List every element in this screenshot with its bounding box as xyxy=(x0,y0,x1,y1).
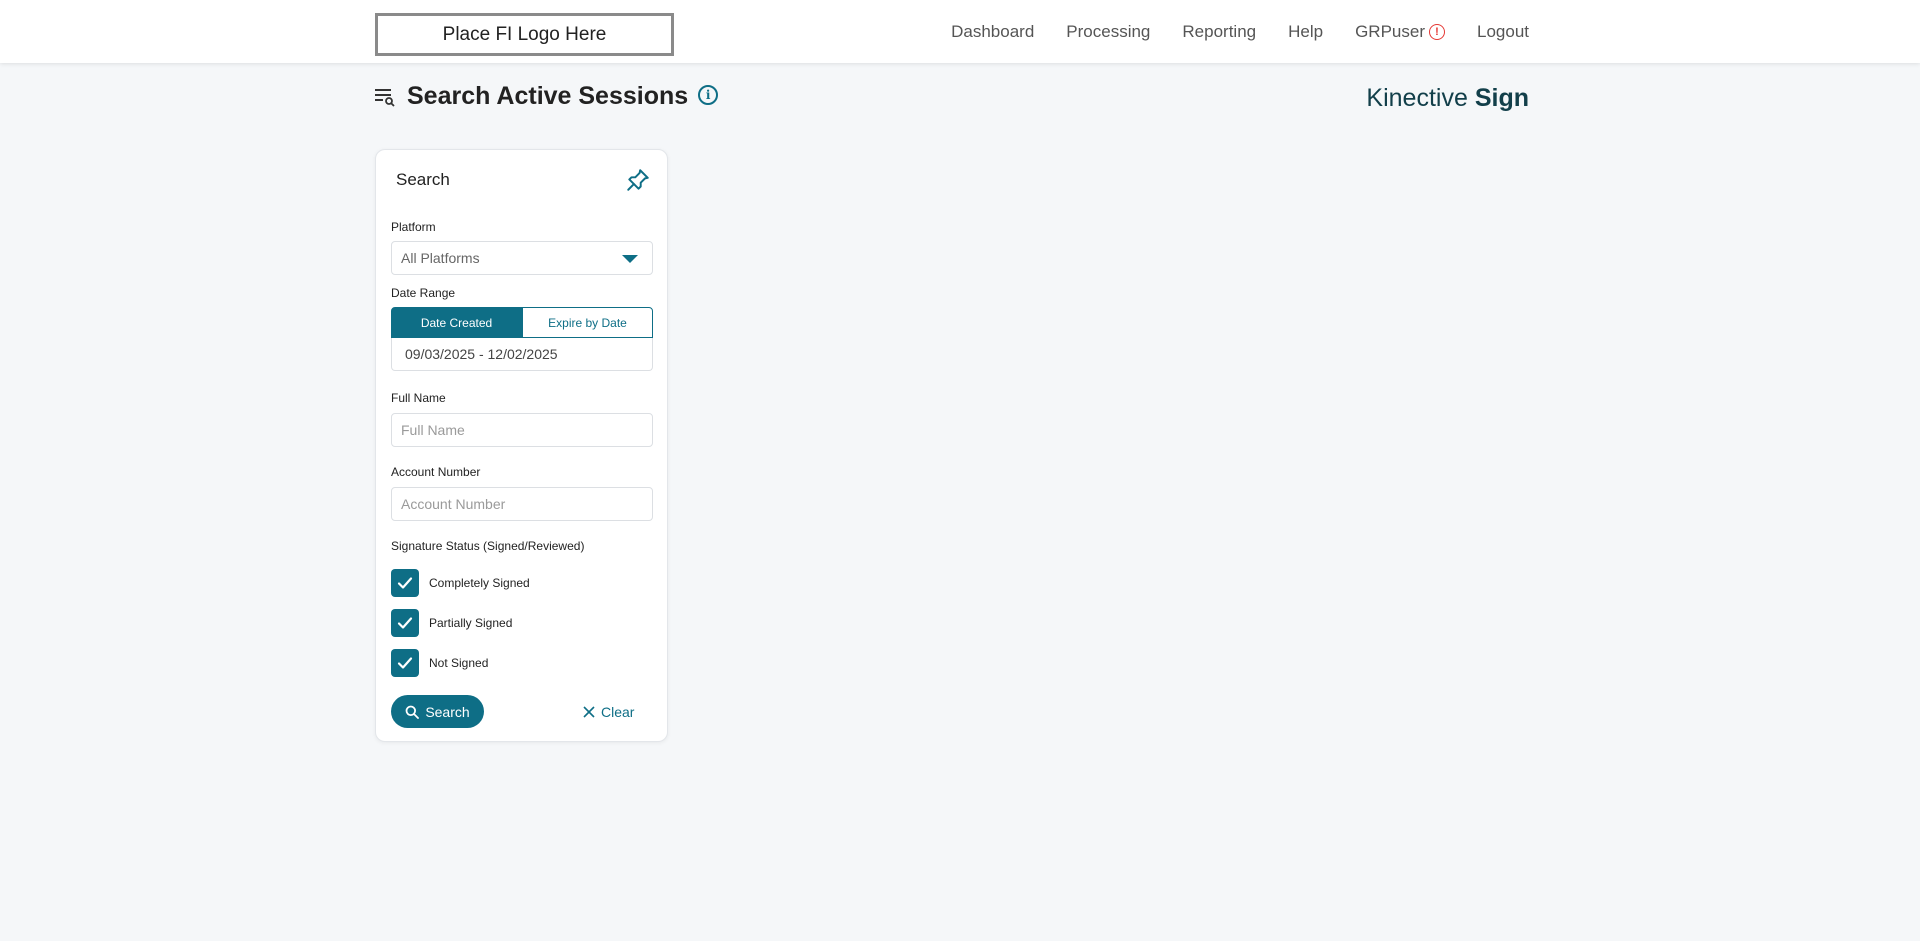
search-icon xyxy=(405,705,420,719)
brand-name: Kinective xyxy=(1366,84,1468,112)
nav-help[interactable]: Help xyxy=(1288,22,1323,42)
status-label: Completely Signed xyxy=(429,576,530,590)
brand-logo: Kinective Sign xyxy=(1366,84,1529,113)
date-type-toggle: Date Created Expire by Date xyxy=(391,307,653,338)
alert-icon: ! xyxy=(1429,23,1445,40)
nav-reporting[interactable]: Reporting xyxy=(1182,22,1256,42)
signature-status-label: Signature Status (Signed/Reviewed) xyxy=(391,539,585,553)
tab-date-created[interactable]: Date Created xyxy=(391,307,522,338)
status-label: Not Signed xyxy=(429,656,489,670)
checkmark-icon xyxy=(397,657,413,669)
status-label: Partially Signed xyxy=(429,616,513,630)
top-navbar: Place FI Logo Here Dashboard Processing … xyxy=(0,0,1920,63)
info-icon[interactable]: i xyxy=(698,84,719,105)
checkbox-checked[interactable] xyxy=(391,649,419,677)
pin-icon[interactable] xyxy=(625,167,651,193)
search-panel: Search Platform All Platforms Date Range… xyxy=(375,149,668,742)
main-nav: Dashboard Processing Reporting Help GRPu… xyxy=(919,0,1529,63)
platform-select[interactable]: All Platforms xyxy=(391,241,653,275)
nav-user[interactable]: GRPuser ! xyxy=(1355,22,1445,42)
account-number-label: Account Number xyxy=(391,465,481,479)
nav-dashboard[interactable]: Dashboard xyxy=(951,22,1034,42)
clear-button[interactable]: Clear xyxy=(583,695,634,728)
full-name-field-wrap xyxy=(391,413,653,447)
caret-down-icon xyxy=(622,255,638,263)
checkbox-checked[interactable] xyxy=(391,569,419,597)
platform-label: Platform xyxy=(391,220,436,234)
logo-placeholder[interactable]: Place FI Logo Here xyxy=(375,13,674,56)
account-number-input[interactable] xyxy=(401,488,652,520)
status-completely-signed[interactable]: Completely Signed xyxy=(391,569,530,597)
page-header: Search Active Sessions i xyxy=(375,82,719,111)
page-title: Search Active Sessions xyxy=(407,82,689,110)
tab-expire-by-date[interactable]: Expire by Date xyxy=(522,307,653,338)
date-range-label: Date Range xyxy=(391,286,456,300)
clear-button-label: Clear xyxy=(601,703,635,720)
full-name-label: Full Name xyxy=(391,391,446,405)
full-name-input[interactable] xyxy=(401,414,652,446)
brand-suffix: Sign xyxy=(1474,84,1529,112)
checkbox-checked[interactable] xyxy=(391,609,419,637)
search-panel-title: Search xyxy=(396,170,450,189)
date-range-input[interactable]: 09/03/2025 - 12/02/2025 xyxy=(391,338,653,371)
checkmark-icon xyxy=(397,617,413,629)
close-icon xyxy=(583,705,595,718)
checkmark-icon xyxy=(397,577,413,589)
nav-processing[interactable]: Processing xyxy=(1066,22,1150,42)
nav-logout[interactable]: Logout xyxy=(1477,22,1529,42)
account-number-field-wrap xyxy=(391,487,653,521)
status-not-signed[interactable]: Not Signed xyxy=(391,649,488,677)
filter-search-icon[interactable] xyxy=(375,87,395,107)
status-partially-signed[interactable]: Partially Signed xyxy=(391,609,512,637)
search-button[interactable]: Search xyxy=(391,695,484,728)
platform-select-value: All Platforms xyxy=(401,250,480,266)
user-name: GRPuser xyxy=(1355,21,1425,41)
search-button-label: Search xyxy=(425,703,470,720)
